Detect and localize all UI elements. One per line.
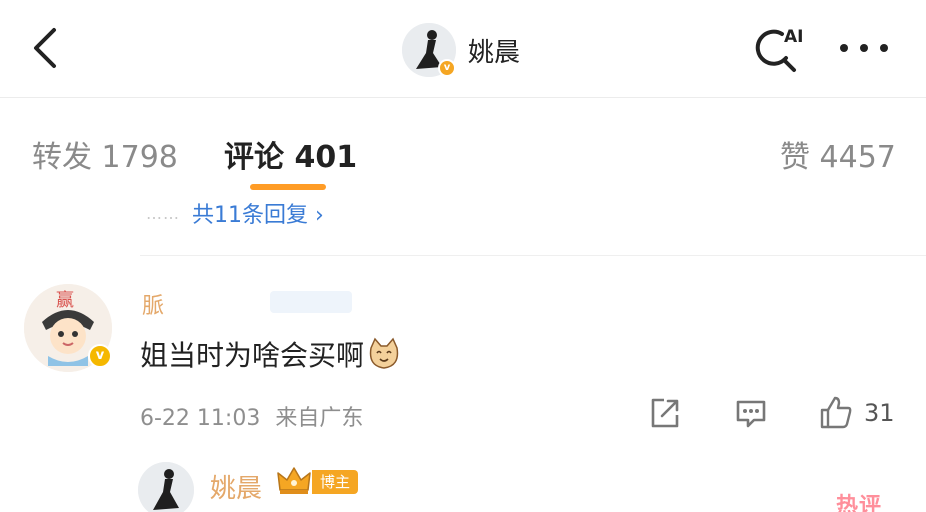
tab-reposts[interactable]: 转发 1798 xyxy=(32,132,178,176)
thumbs-up-icon xyxy=(820,396,852,429)
comment-body: 姐当时为啥会买啊 xyxy=(140,334,402,374)
comment-meta: 6-22 11:03 来自广东 xyxy=(140,400,363,432)
top-bar: v 姚晨 AI xyxy=(0,0,926,98)
verified-badge-icon: v xyxy=(438,59,456,77)
blogger-badge: 博主 xyxy=(312,470,358,494)
like-count: 31 xyxy=(864,399,895,427)
commenter-avatar[interactable]: 赢 v xyxy=(24,284,112,372)
comment-icon[interactable] xyxy=(734,396,768,430)
chevron-left-icon[interactable] xyxy=(26,24,66,72)
verified-badge-icon: v xyxy=(88,344,112,368)
divider xyxy=(140,255,926,256)
page-title: 姚晨 xyxy=(468,37,521,68)
thread-dots: …… xyxy=(146,203,180,223)
tab-bar: 转发 1798 评论 401 赞 4457 xyxy=(0,98,926,194)
like-button[interactable]: 31 xyxy=(818,394,898,432)
avatar-badge-text: 赢 xyxy=(56,289,74,311)
tab-comments[interactable]: 评论 401 xyxy=(224,132,357,176)
hot-comment-label: 热评 xyxy=(836,494,883,512)
comment-timestamp: 6-22 11:03 xyxy=(140,406,261,431)
reply-author-name[interactable]: 姚晨 xyxy=(210,468,262,505)
commenter-name[interactable]: 脈 xyxy=(142,288,164,320)
ai-search-icon[interactable]: AI xyxy=(748,20,808,76)
cat-face-emoji-icon xyxy=(369,337,399,369)
tab-likes[interactable]: 赞 4457 xyxy=(780,132,896,176)
share-icon[interactable] xyxy=(648,396,682,430)
person-silhouette-icon xyxy=(138,462,194,512)
avatar[interactable]: v xyxy=(402,23,456,77)
ai-label: AI xyxy=(784,27,803,47)
blurred-badge xyxy=(270,291,352,313)
crown-icon xyxy=(276,466,312,496)
comment-text: 姐当时为啥会买啊 xyxy=(140,339,365,372)
reply-thread-row: …… 共11条回复 › xyxy=(146,196,436,230)
header-profile[interactable]: v 姚晨 xyxy=(402,22,520,78)
reply-avatar[interactable] xyxy=(138,462,194,512)
more-replies-link[interactable]: 共11条回复 › xyxy=(192,197,324,229)
comment-location: 来自广东 xyxy=(275,406,364,431)
more-dots-icon[interactable] xyxy=(836,30,892,66)
active-tab-indicator xyxy=(250,184,326,190)
